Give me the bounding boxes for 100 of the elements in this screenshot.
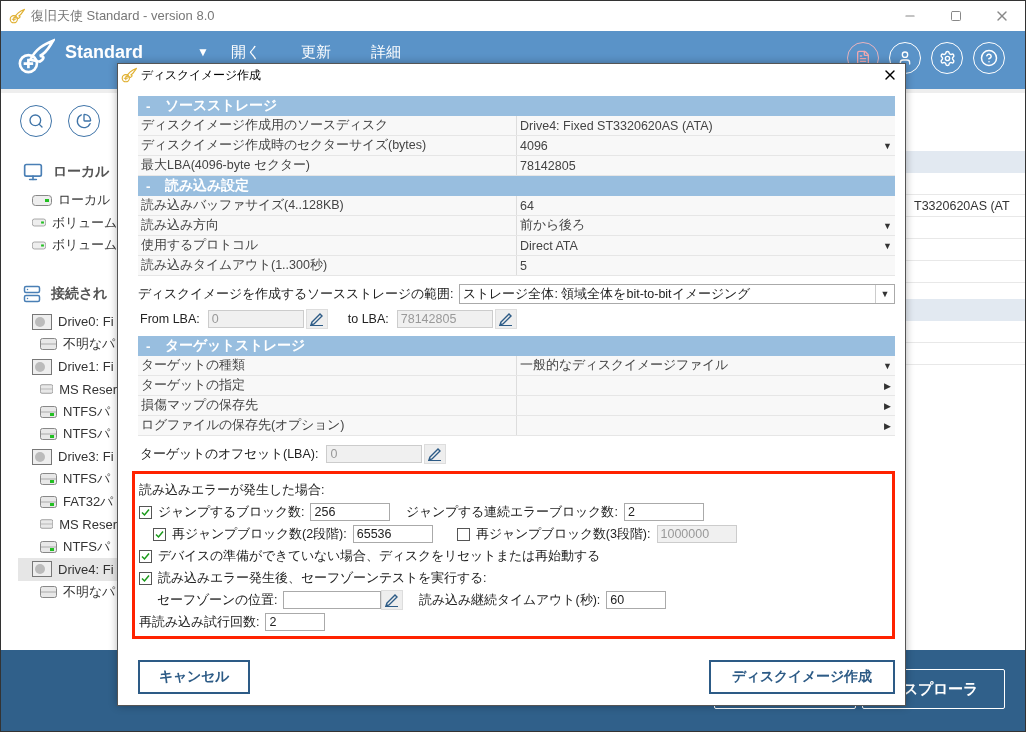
rejump2-field[interactable]: 65536: [352, 525, 433, 543]
property-arrow[interactable]: ▼: [880, 136, 895, 155]
tree-item-label: ボリューム: [52, 213, 117, 232]
tree-item[interactable]: 不明なパ: [18, 333, 117, 356]
edit-button[interactable]: [381, 590, 404, 610]
reset-label: デバイスの準備ができていない場合、ディスクをリセットまたは再始動する: [158, 547, 600, 565]
timeout-field[interactable]: 60: [606, 591, 667, 609]
tree-item[interactable]: 不明なパ: [18, 580, 117, 603]
group-title: 読み込みエラーが発生した場合:: [139, 481, 325, 499]
tree-item-label: Drive0: Fi: [58, 314, 114, 330]
pencil-icon: [497, 312, 514, 326]
tree-item-label: FAT32パ: [63, 492, 114, 511]
pencil-icon: [384, 593, 401, 607]
drive-icon: [40, 428, 57, 441]
property-value[interactable]: 64: [517, 196, 880, 215]
range-select[interactable]: ストレージ全体: 領域全体をbit-to-bitイメージング ▼: [459, 284, 895, 304]
property-label: ターゲットの種類: [138, 356, 517, 375]
safezone-position-field[interactable]: [283, 591, 382, 609]
property-value[interactable]: 一般的なディスクイメージファイル: [517, 356, 880, 375]
tree-item-label: Drive4: Fi: [58, 561, 114, 577]
drive-icon: [32, 239, 46, 251]
tree-item[interactable]: Drive1: Fi: [18, 355, 117, 378]
property-label: 損傷マップの保存先: [138, 396, 517, 415]
property-arrow[interactable]: ▶: [880, 376, 895, 395]
drive-icon: [40, 495, 57, 508]
drive-icon: [40, 338, 57, 351]
edit-button[interactable]: [424, 444, 447, 464]
dialog-button[interactable]: キャンセル: [138, 660, 250, 694]
property-value[interactable]: 78142805: [517, 156, 880, 175]
checkbox[interactable]: [153, 527, 166, 541]
dialog-button[interactable]: ディスクイメージ作成: [709, 660, 895, 694]
pencil-icon: [427, 447, 444, 461]
tree-item[interactable]: MS Reser: [18, 513, 117, 536]
property-label: ディスクイメージ作成用のソースディスク: [138, 116, 517, 135]
help-icon: [980, 49, 998, 67]
tree-item[interactable]: MS Reser: [18, 378, 117, 401]
timeout-label: 読み込み継続タイムアウト(秒):: [419, 591, 601, 609]
drive-icon: [40, 585, 57, 598]
property-arrow[interactable]: ▼: [880, 216, 895, 235]
tree-item-label: 不明なパ: [63, 582, 115, 601]
server-icon: [23, 284, 41, 303]
property-label: 最大LBA(4096-byte セクター): [138, 156, 517, 175]
property-arrow[interactable]: ▶: [880, 416, 895, 435]
dialog-title: ディスクイメージ作成: [141, 66, 261, 84]
tree-item[interactable]: ボリューム: [18, 234, 117, 257]
rejump2-label: 再ジャンプブロック数(2段階):: [172, 525, 347, 543]
tree-item[interactable]: Drive3: Fi: [18, 445, 117, 468]
product-name: Standard: [65, 42, 144, 62]
edit-button[interactable]: [305, 309, 328, 329]
gear-icon: [938, 49, 956, 67]
property-label: 読み込みタイムアウト(1..300秒): [138, 256, 517, 275]
section-title: 接続され: [51, 284, 107, 303]
drive-icon: [32, 217, 46, 229]
property-value[interactable]: Drive4: Fixed ST3320620AS (ATA): [517, 116, 880, 135]
section-title: ローカル: [53, 163, 109, 181]
edit-button[interactable]: [494, 309, 517, 329]
safezone-label: 読み込みエラー発生後、セーフゾーンテストを実行する:: [158, 569, 487, 587]
property-label: 使用するプロトコル: [138, 236, 517, 255]
rejump3-label: 再ジャンプブロック数(3段階):: [475, 525, 651, 543]
drive-icon: [32, 194, 52, 206]
property-arrow[interactable]: ▼: [880, 356, 895, 375]
property-value[interactable]: 5: [517, 256, 880, 275]
tree-item[interactable]: FAT32パ: [18, 490, 117, 513]
tree-item[interactable]: Drive0: Fi: [18, 310, 117, 333]
range-label: ディスクイメージを作成するソースストレージの範囲:: [138, 285, 454, 303]
tree-item-label: NTFSパ: [63, 425, 110, 444]
property-arrow[interactable]: ▼: [880, 236, 895, 255]
property-arrow[interactable]: ▶: [880, 396, 895, 415]
pie-chart-icon: [76, 113, 92, 129]
table-cell: T3320620AS (AT: [914, 198, 1010, 213]
property-value[interactable]: Direct ATA: [517, 236, 880, 255]
tree-item[interactable]: ボリューム: [18, 211, 117, 234]
tree-item-label: MS Reser: [59, 381, 117, 397]
app-logo-icon: [17, 37, 55, 75]
property-value[interactable]: 前から後ろ: [517, 216, 880, 235]
drive-icon: [40, 540, 57, 553]
drive-icon: [40, 405, 57, 418]
checkbox[interactable]: [139, 571, 152, 585]
tree-item[interactable]: NTFSパ: [18, 535, 117, 558]
tree-item[interactable]: ローカル: [18, 189, 117, 212]
retries-field[interactable]: 2: [265, 613, 326, 631]
checkbox[interactable]: [139, 505, 152, 519]
consecutive-field[interactable]: 2: [623, 503, 704, 521]
maximize-icon: [950, 10, 962, 22]
tree-item[interactable]: NTFSパ: [18, 423, 117, 446]
tree-item-label: MS Reser: [59, 516, 117, 532]
window-title: 復旧天使 Standard - version 8.0: [31, 7, 215, 25]
consecutive-label: ジャンプする連続エラーブロック数:: [406, 503, 618, 521]
from-lba-label: From LBA:: [140, 312, 200, 326]
retries-label: 再読み込み試行回数:: [139, 613, 260, 631]
tree-item[interactable]: Drive4: Fi: [18, 558, 117, 581]
tree-item-label: 不明なパ: [63, 335, 115, 354]
section-title: ターゲットストレージ: [164, 337, 305, 355]
tree-item[interactable]: NTFSパ: [18, 400, 117, 423]
checkbox[interactable]: [139, 549, 152, 563]
tree-item[interactable]: NTFSパ: [18, 468, 117, 491]
to-lba-label: to LBA:: [347, 312, 389, 326]
jump-field[interactable]: 256: [310, 503, 391, 521]
property-label: 読み込みバッファサイズ(4..128KB): [138, 196, 517, 215]
property-value[interactable]: 4096: [517, 136, 880, 155]
